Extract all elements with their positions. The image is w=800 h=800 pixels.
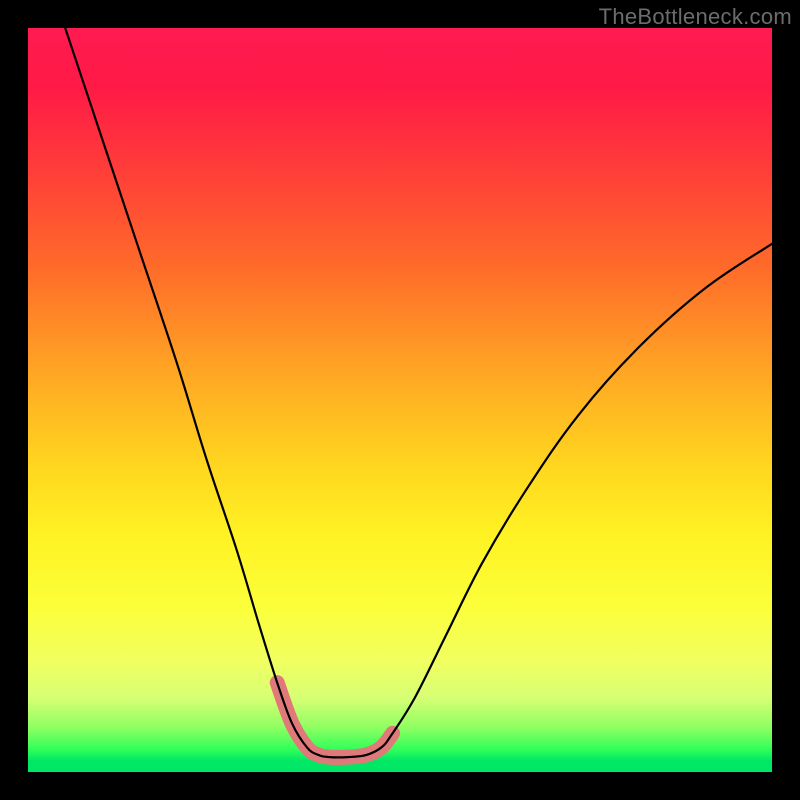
plot-background-gradient [28, 28, 772, 772]
watermark-text: TheBottleneck.com [599, 4, 792, 30]
plot-area [28, 28, 772, 772]
